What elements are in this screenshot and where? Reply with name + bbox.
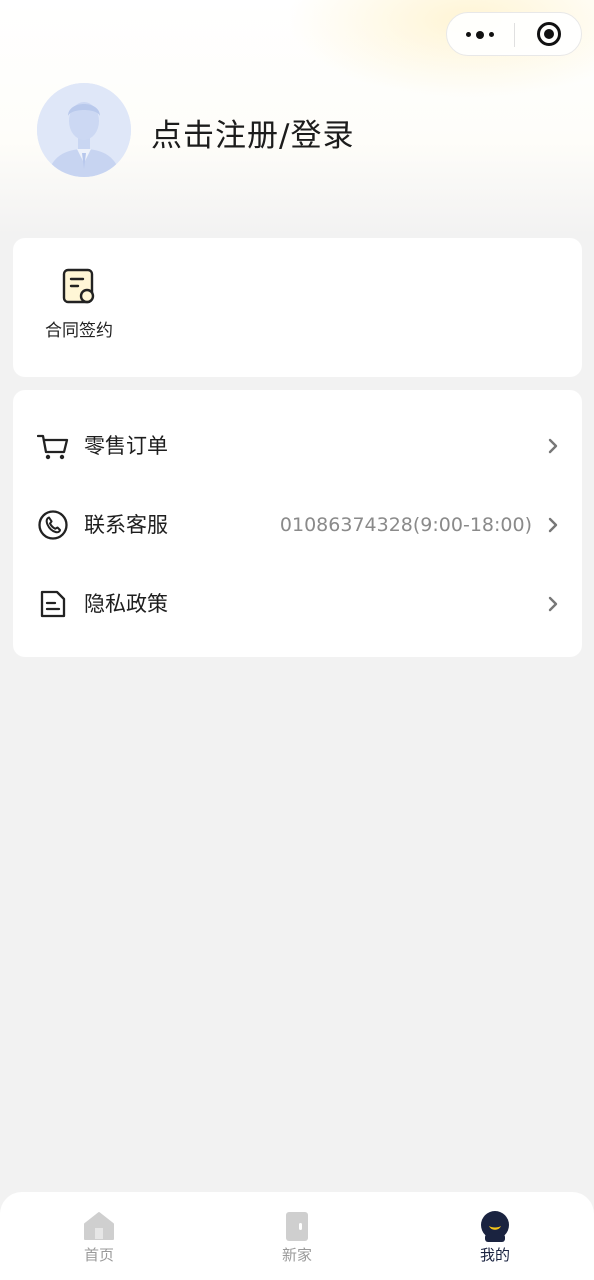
contract-signing-button[interactable]: 合同签约 — [39, 268, 119, 348]
menu-card: 零售订单 联系客服 01086374328(9:00-18:00) 隐私政策 — [13, 390, 582, 657]
menu-item-label: 隐私政策 — [84, 592, 168, 616]
menu-item-label: 联系客服 — [84, 513, 168, 537]
avatar[interactable] — [37, 83, 131, 177]
menu-item-retail-orders[interactable]: 零售订单 — [13, 407, 582, 486]
quick-actions-card: 合同签约 — [13, 238, 582, 377]
menu-item-customer-service[interactable]: 联系客服 01086374328(9:00-18:00) — [13, 486, 582, 565]
contract-signing-label: 合同签约 — [45, 321, 113, 341]
contract-icon — [62, 268, 95, 304]
tab-home[interactable]: 首页 — [0, 1192, 198, 1280]
door-icon — [286, 1212, 308, 1241]
close-miniprogram-button[interactable] — [515, 13, 582, 55]
login-register-link[interactable]: 点击注册/登录 — [151, 114, 354, 158]
bottom-tab-bar: 首页 新家 我的 — [0, 1192, 594, 1280]
tab-mine[interactable]: 我的 — [396, 1192, 594, 1280]
menu-item-privacy-policy[interactable]: 隐私政策 — [13, 565, 582, 644]
phone-icon — [38, 510, 68, 540]
profile-header: 点击注册/登录 — [0, 0, 594, 236]
tab-new-home[interactable]: 新家 — [198, 1192, 396, 1280]
cart-icon — [37, 434, 69, 460]
more-dot-icon — [489, 32, 494, 37]
tab-label: 新家 — [281, 1246, 312, 1264]
customer-service-phone: 01086374328(9:00-18:00) — [279, 514, 532, 536]
document-icon — [40, 590, 66, 618]
more-options-button[interactable] — [447, 13, 514, 55]
target-icon — [537, 22, 561, 46]
tab-label: 我的 — [479, 1246, 510, 1264]
chevron-right-icon — [548, 596, 558, 612]
default-avatar-icon — [37, 83, 131, 177]
tab-label: 首页 — [83, 1246, 114, 1264]
home-icon — [84, 1212, 114, 1240]
miniprogram-capsule — [446, 12, 582, 56]
more-dot-icon — [476, 31, 484, 39]
chevron-right-icon — [548, 438, 558, 454]
menu-item-label: 零售订单 — [84, 434, 168, 458]
more-dot-icon — [466, 32, 471, 37]
profile-icon — [481, 1211, 509, 1242]
chevron-right-icon — [548, 517, 558, 533]
